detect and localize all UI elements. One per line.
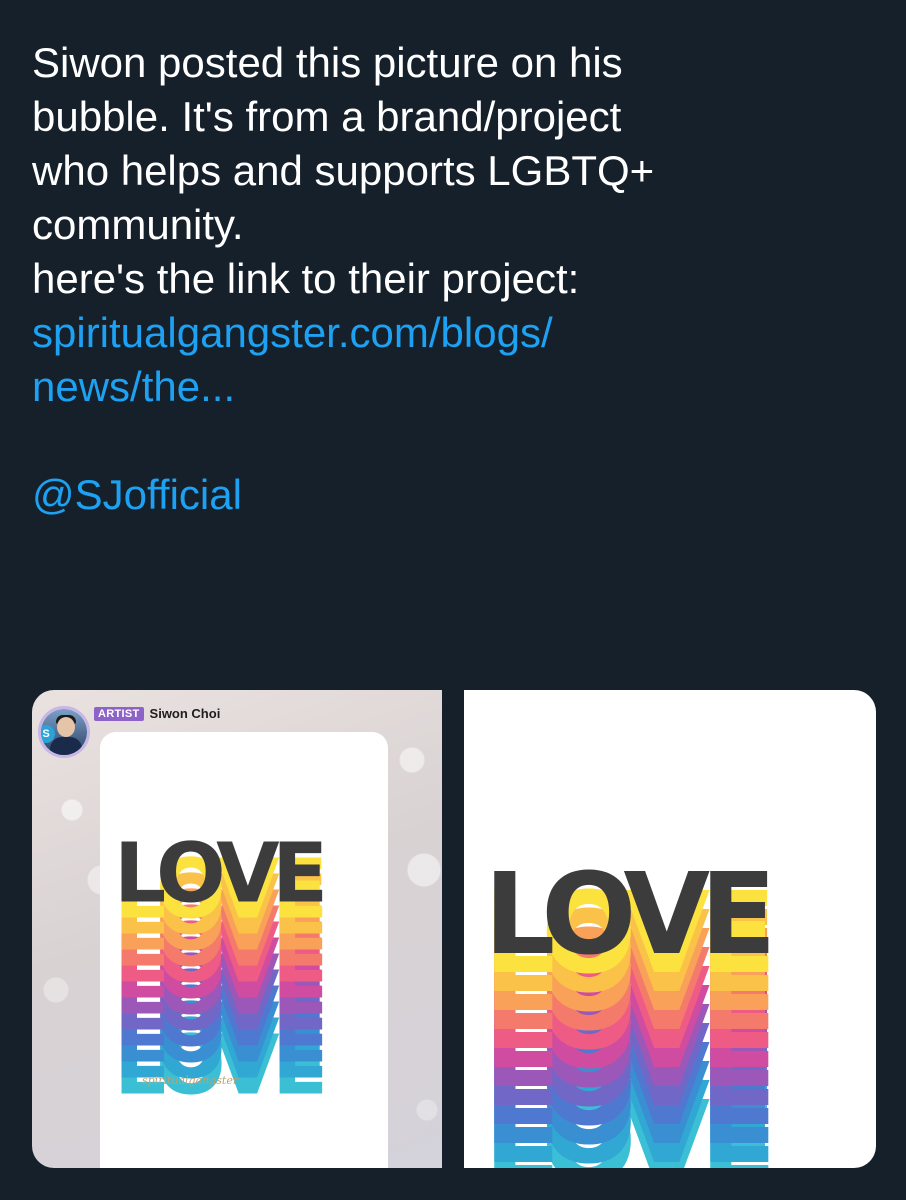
artist-name: Siwon Choi <box>149 706 221 721</box>
artist-badge: ARTIST <box>94 706 144 721</box>
love-artwork-small: LOVELOVELOVELOVELOVELOVELOVELOVELOVELOVE… <box>114 826 331 1113</box>
tweet-line: here's the link to their project: <box>32 255 580 302</box>
tweet-line: Siwon posted this picture on his <box>32 39 623 86</box>
artwork-signature: spiritualgangster <box>142 1074 239 1087</box>
media-grid: S ARTIST Siwon Choi LOVE LOVE LOVE LOVE LOVE… <box>32 690 876 1168</box>
tweet-line: who helps and supports LGBTQ+ <box>32 147 655 194</box>
mention-link[interactable]: @SJofficial <box>32 468 882 522</box>
love-poster-image[interactable]: LOVE LOVE LOVE LOVE LOVE LOVE LOVE LOVE LOVE LOVE… <box>464 690 876 1168</box>
love-artwork-large: LOVELOVELOVELOVELOVELOVELOVELOVELOVELOVE… <box>484 850 779 1168</box>
tweet-line: community. <box>32 201 244 248</box>
project-link-line-2[interactable]: news/the... <box>32 360 882 414</box>
tweet-line: bubble. It's from a brand/project <box>32 93 622 140</box>
bubble-screenshot-image[interactable]: S ARTIST Siwon Choi LOVE LOVE LOVE LOVE LOVE… <box>32 690 442 1168</box>
love-word: LOVE <box>114 826 323 921</box>
love-word: LOVE <box>484 850 769 980</box>
project-link-line-1[interactable]: spiritualgangster.com/blogs/ <box>32 306 882 360</box>
artist-avatar: S <box>38 706 90 758</box>
tweet-text: Siwon posted this picture on his bubble.… <box>32 36 882 522</box>
artist-header: ARTIST Siwon Choi <box>94 706 220 721</box>
